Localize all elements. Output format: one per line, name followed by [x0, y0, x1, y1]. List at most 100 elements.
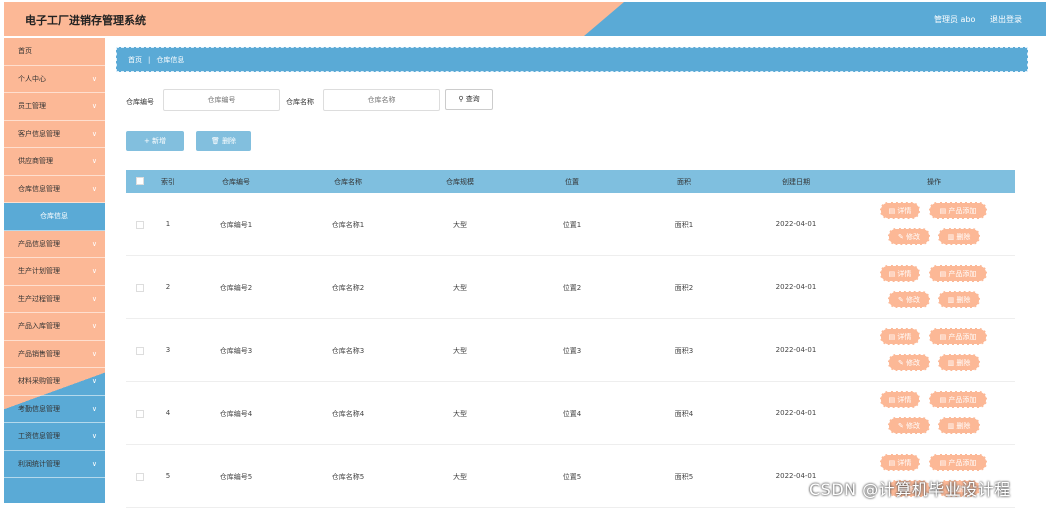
chevron-down-icon: ∨: [91, 157, 97, 165]
sidebar-item[interactable]: 产品信息管理 ∨: [4, 231, 105, 258]
sidebar-subitem-warehouse-info[interactable]: 仓库信息: [4, 203, 105, 231]
row-checkbox[interactable]: [136, 284, 144, 292]
op-label: 修改: [906, 422, 921, 430]
breadcrumb-separator: |: [148, 56, 151, 64]
sidebar-item[interactable]: 产品入库管理 ∨: [4, 313, 105, 341]
cell-index: 3: [165, 346, 171, 354]
warehouse-name-input[interactable]: [323, 89, 440, 111]
row-checkbox[interactable]: [136, 473, 144, 481]
breadcrumb-home[interactable]: 首页: [128, 56, 142, 64]
sidebar-item[interactable]: 材料采购管理 ∨: [4, 368, 105, 396]
sidebar-item[interactable]: 仓库信息管理 ∨: [4, 176, 105, 203]
sidebar-item[interactable]: 个人中心 ∨: [4, 66, 105, 93]
cell-area: 面积4: [674, 410, 694, 418]
row-add-product-button[interactable]: ▤ 产品添加: [929, 328, 987, 345]
add-button[interactable]: + 新增: [126, 131, 184, 151]
chevron-down-icon: ∨: [91, 102, 97, 110]
sidebar-item[interactable]: 利润统计管理 ∨: [4, 451, 105, 478]
logout-link[interactable]: 退出登录: [990, 14, 1022, 25]
op-label: 修改: [906, 233, 921, 241]
op-label: 详情: [897, 207, 912, 215]
warehouse-code-label: 仓库编号: [126, 98, 154, 106]
sidebar-item-label: 个人中心: [18, 74, 46, 83]
sidebar-item[interactable]: 生产过程管理 ∨: [4, 286, 105, 313]
chevron-down-icon: ∨: [91, 129, 97, 138]
pencil-icon: ✎: [897, 296, 907, 304]
op-label: 详情: [897, 270, 912, 278]
trash-icon: 🗑: [210, 137, 220, 145]
table-row: 2 仓库编号2 仓库名称2 大型 位置2 面积2 2022-04-01 ▤ 详情 ▤ 产品添加 ✎…: [126, 256, 1015, 319]
col-code: 仓库编号: [222, 178, 250, 186]
op-label: 产品添加: [948, 333, 977, 341]
row-delete-button[interactable]: ▥ 删除: [938, 354, 980, 371]
chevron-down-icon: ∨: [91, 432, 97, 440]
batch-delete-button[interactable]: 🗑 删除: [196, 131, 251, 151]
sidebar-item-label: 仓库信息: [40, 212, 68, 220]
row-add-product-button[interactable]: ▤ 产品添加: [929, 265, 987, 282]
warehouse-code-input[interactable]: [163, 89, 280, 111]
col-scale: 仓库规模: [446, 178, 474, 186]
row-checkbox[interactable]: [136, 221, 144, 229]
row-detail-button[interactable]: ▤ 详情: [880, 202, 920, 219]
row-edit-button[interactable]: ✎ 修改: [888, 228, 930, 245]
row-checkbox[interactable]: [136, 347, 144, 355]
sidebar-item-label: 产品销售管理: [18, 349, 60, 358]
col-location: 位置: [565, 178, 579, 186]
row-add-product-button[interactable]: ▤ 产品添加: [929, 454, 987, 471]
chevron-down-icon: ∨: [91, 322, 97, 330]
current-user: 管理员 abo: [934, 15, 976, 24]
row-edit-button[interactable]: ✎ 修改: [888, 417, 930, 434]
row-delete-button[interactable]: ▥ 删除: [938, 228, 980, 245]
row-detail-button[interactable]: ▤ 详情: [880, 391, 920, 408]
cell-scale: 大型: [453, 347, 467, 355]
row-edit-button[interactable]: ✎ 修改: [888, 291, 930, 308]
op-label: 产品添加: [948, 459, 977, 467]
row-delete-button[interactable]: ▥ 删除: [938, 291, 980, 308]
row-edit-button[interactable]: ✎ 修改: [888, 354, 930, 371]
watermark: CSDN @计算机毕业设计程: [809, 480, 1011, 499]
chevron-down-icon: ∨: [91, 349, 97, 358]
sidebar-item[interactable]: 首页: [4, 38, 105, 66]
sidebar-item[interactable]: 供应商管理 ∨: [4, 148, 105, 176]
cell-code: 仓库编号4: [219, 410, 253, 418]
op-label: 删除: [956, 296, 971, 304]
table-row: 1 仓库编号1 仓库名称1 大型 位置1 面积1 2022-04-01 ▤ 详情 ▤ 产品添加 ✎…: [126, 193, 1015, 256]
select-all-checkbox[interactable]: [136, 177, 144, 185]
add-button-label: + 新增: [143, 137, 167, 145]
sidebar-item-label: 利润统计管理: [18, 459, 60, 468]
sidebar-item[interactable]: 产品销售管理 ∨: [4, 341, 105, 368]
sidebar-item[interactable]: 考勤信息管理 ∨: [4, 396, 105, 423]
search-icon: ⚲: [458, 95, 464, 103]
row-add-product-button[interactable]: ▤ 产品添加: [929, 202, 987, 219]
row-checkbox[interactable]: [136, 410, 144, 418]
row-detail-button[interactable]: ▤ 详情: [880, 328, 920, 345]
op-label: 详情: [897, 459, 912, 467]
sidebar-item[interactable]: 工资信息管理 ∨: [4, 423, 105, 451]
cell-scale: 大型: [453, 410, 467, 418]
cell-location: 位置1: [562, 221, 582, 229]
row-add-product-button[interactable]: ▤ 产品添加: [929, 391, 987, 408]
col-date: 创建日期: [782, 178, 810, 186]
sidebar: 首页 个人中心 ∨ 员工管理 ∨ 客户信息管理 ∨ 供应商管理 ∨ 仓库信息管理 ∨ 仓库信息 产品信息…: [4, 38, 105, 503]
op-label: 修改: [906, 296, 921, 304]
sidebar-item-label: 首页: [18, 47, 32, 55]
sidebar-item[interactable]: 生产计划管理 ∨: [4, 258, 105, 286]
cell-area: 面积5: [674, 473, 694, 481]
cell-index: 4: [165, 409, 171, 417]
cell-name: 仓库名称1: [331, 221, 365, 229]
chevron-down-icon: ∨: [91, 294, 97, 303]
row-detail-button[interactable]: ▤ 详情: [880, 265, 920, 282]
op-label: 删除: [956, 359, 971, 367]
cell-index: 1: [165, 220, 171, 228]
row-delete-button[interactable]: ▥ 删除: [938, 417, 980, 434]
query-button-label: 查询: [465, 95, 480, 103]
op-label: 详情: [897, 333, 912, 341]
op-label: 修改: [906, 359, 921, 367]
sidebar-item-label: 仓库信息管理: [18, 184, 60, 193]
query-button[interactable]: ⚲ 查询: [445, 89, 493, 110]
batch-delete-label: 删除: [222, 137, 237, 145]
row-detail-button[interactable]: ▤ 详情: [880, 454, 920, 471]
sidebar-item[interactable]: 员工管理 ∨: [4, 93, 105, 121]
sidebar-item[interactable]: 客户信息管理 ∨: [4, 121, 105, 148]
cell-code: 仓库编号2: [219, 284, 253, 292]
